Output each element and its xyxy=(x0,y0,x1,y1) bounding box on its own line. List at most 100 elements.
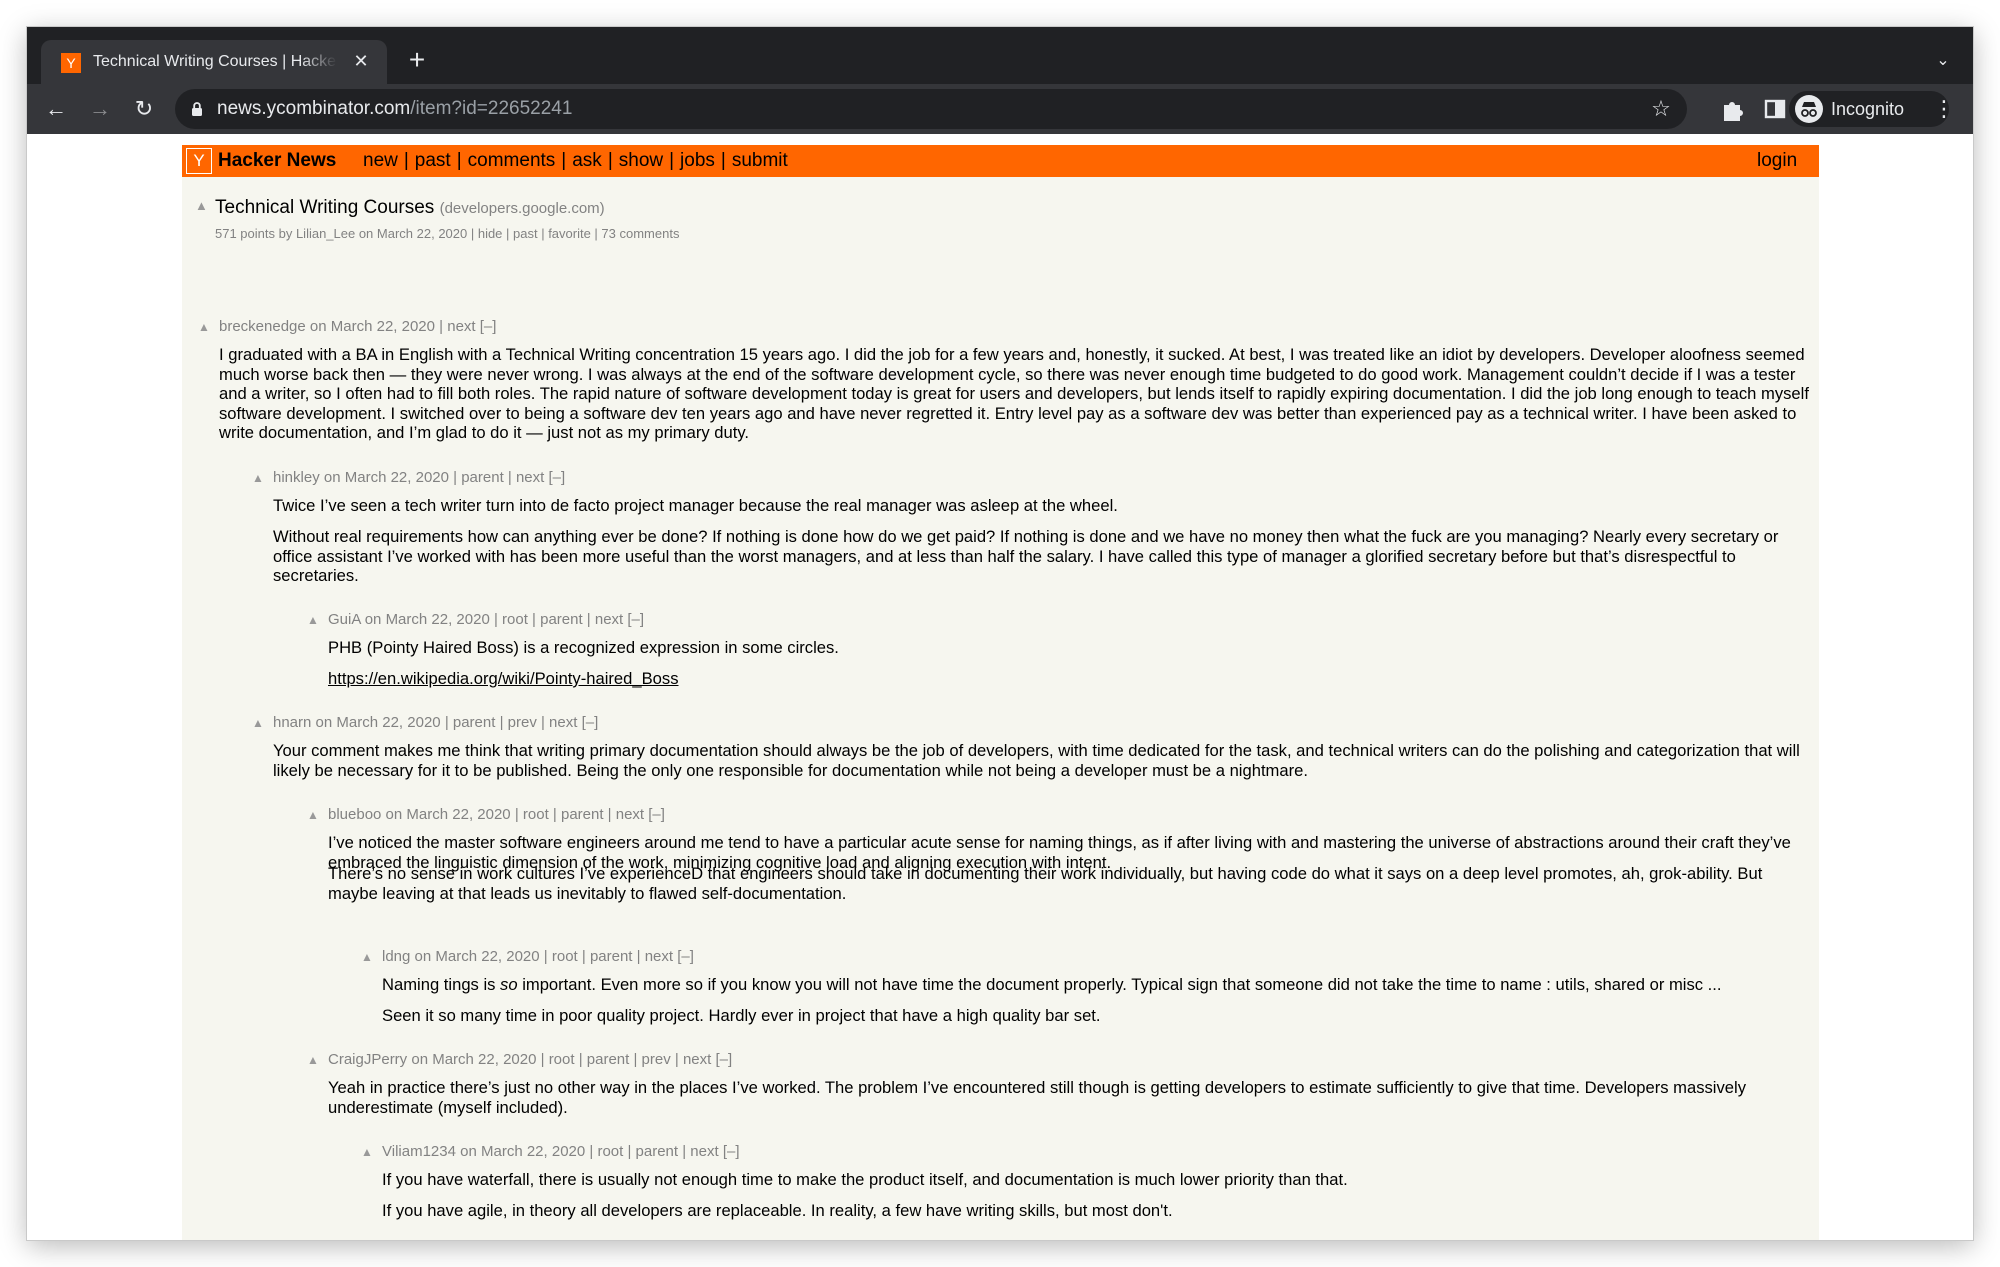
upvote-arrow-icon[interactable]: ▲ xyxy=(252,717,264,729)
comment-age[interactable]: March 22, 2020 xyxy=(345,469,449,486)
address-bar[interactable]: news.ycombinator.com/item?id=22652241 ☆ xyxy=(175,89,1687,129)
nav-jobs[interactable]: jobs xyxy=(680,150,715,171)
comment-text: Naming tings is so important. Even more … xyxy=(382,975,1811,995)
tab-close-icon[interactable]: ✕ xyxy=(349,49,373,73)
comment-links[interactable]: | parent | prev | next [–] xyxy=(445,714,598,731)
hn-header: Y Hacker News new | past | comments | ask | show… xyxy=(182,145,1819,177)
nav-new[interactable]: new xyxy=(363,150,398,171)
back-arrow-icon[interactable]: ← xyxy=(39,92,73,126)
nav-comments[interactable]: comments xyxy=(468,150,556,171)
comment-age[interactable]: March 22, 2020 xyxy=(432,1051,536,1068)
nav-separator: | xyxy=(607,150,613,171)
comment-age[interactable]: March 22, 2020 xyxy=(435,948,539,965)
comment-age[interactable]: March 22, 2020 xyxy=(481,1143,585,1160)
comment-text: Twice I’ve seen a tech writer turn into … xyxy=(273,496,1118,515)
upvote-arrow-icon[interactable]: ▲ xyxy=(307,614,319,626)
upvote-arrow-icon[interactable]: ▲ xyxy=(252,472,264,484)
comment-links[interactable]: | root | parent | next [–] xyxy=(544,948,694,965)
comment-head: GuiA on March 22, 2020 | root | parent |… xyxy=(328,611,645,628)
comment-head: breckenedge on March 22, 2020 | next [–] xyxy=(219,318,497,335)
lock-icon xyxy=(192,102,202,116)
comment-user[interactable]: breckenedge xyxy=(219,318,306,335)
extensions-puzzle-icon[interactable] xyxy=(1717,94,1747,124)
comment-head: CraigJPerry on March 22, 2020 | root | p… xyxy=(328,1051,733,1068)
active-tab[interactable]: Y Technical Writing Courses | Hacker New… xyxy=(41,40,387,84)
upvote-arrow-icon[interactable]: ▲ xyxy=(307,809,319,821)
wikipedia-link[interactable]: https://en.wikipedia.org/wiki/Pointy-hai… xyxy=(328,669,1811,689)
upvote-arrow-icon[interactable]: ▲ xyxy=(361,1146,373,1158)
story-site[interactable]: (developers.google.com) xyxy=(440,200,605,217)
comment-head: Viliam1234 on March 22, 2020 | root | pa… xyxy=(382,1143,740,1160)
page-viewport: Y Hacker News new | past | comments | ask | show… xyxy=(27,134,1973,1240)
nav-ask[interactable]: ask xyxy=(572,150,602,171)
reload-icon[interactable]: ↻ xyxy=(127,92,161,126)
comment-user[interactable]: hnarn xyxy=(273,714,311,731)
hn-logo[interactable]: Y xyxy=(186,148,212,174)
url-text: news.ycombinator.com/item?id=22652241 xyxy=(217,98,572,120)
comment-head: hinkley on March 22, 2020 | parent | nex… xyxy=(273,469,566,486)
comment-text: I graduated with a BA in English with a … xyxy=(219,345,1809,442)
upvote-arrow-icon[interactable]: ▲ xyxy=(361,951,373,963)
comment-age[interactable]: March 22, 2020 xyxy=(331,318,435,335)
comment-text: Your comment makes me think that writing… xyxy=(273,741,1800,780)
comment-links[interactable]: | parent | next [–] xyxy=(453,469,565,486)
comment-text: PHB (Pointy Haired Boss) is a recognized… xyxy=(328,638,839,657)
incognito-label: Incognito xyxy=(1831,99,1905,119)
url-path: /item?id=22652241 xyxy=(410,98,573,119)
comment-text: Yeah in practice there’s just no other w… xyxy=(328,1078,1746,1117)
comment-user[interactable]: blueboo xyxy=(328,806,381,823)
tab-strip: Y Technical Writing Courses | Hacker New… xyxy=(27,27,1973,84)
hn-nav: new | past | comments | ask | show | jobs | submit xyxy=(363,150,788,172)
comment-user[interactable]: hinkley xyxy=(273,469,320,486)
hn-site-name[interactable]: Hacker News xyxy=(218,150,336,172)
comment-age[interactable]: March 22, 2020 xyxy=(406,806,510,823)
incognito-profile-button[interactable]: Incognito xyxy=(1789,91,1949,127)
url-host: news.ycombinator.com xyxy=(217,98,411,119)
tab-search-chevron-icon[interactable]: ⌄ xyxy=(1929,47,1957,75)
comment-text: If you have agile, in theory all develop… xyxy=(382,1201,1173,1220)
upvote-arrow-icon[interactable]: ▲ xyxy=(307,1054,319,1066)
comment-user[interactable]: GuiA xyxy=(328,611,361,628)
browser-menu-kebab-icon[interactable]: ⋮ xyxy=(1929,94,1959,124)
comment-user[interactable]: Viliam1234 xyxy=(382,1143,456,1160)
comment-age[interactable]: March 22, 2020 xyxy=(386,611,490,628)
story-upvote-icon[interactable]: ▲ xyxy=(195,199,208,212)
browser-toolbar: ← → ↻ news.ycombinator.com/item?id=22652… xyxy=(27,84,1973,134)
comment-text: Seen it so many time in poor quality pro… xyxy=(382,1006,1101,1025)
comment-links[interactable]: | root | parent | next [–] xyxy=(494,611,644,628)
browser-window: Y Technical Writing Courses | Hacker New… xyxy=(27,27,1973,1240)
nav-submit[interactable]: submit xyxy=(732,150,788,171)
nav-show[interactable]: show xyxy=(619,150,663,171)
comment-links[interactable]: | next [–] xyxy=(439,318,496,335)
comment-head: hnarn on March 22, 2020 | parent | prev … xyxy=(273,714,599,731)
tab-title: Technical Writing Courses | Hacker News xyxy=(93,53,337,70)
comment-links[interactable]: | root | parent | next [–] xyxy=(515,806,665,823)
comment-text-emphasis: so xyxy=(500,975,518,994)
nav-past[interactable]: past xyxy=(415,150,451,171)
comment-text: There’s no sense in work cultures I’ve e… xyxy=(328,864,1763,903)
story-subtext: 571 points by Lilian_Lee on March 22, 20… xyxy=(215,226,680,241)
bookmark-star-icon[interactable]: ☆ xyxy=(1647,95,1675,123)
hn-page: Y Hacker News new | past | comments | ask | show… xyxy=(182,145,1819,1240)
nav-separator: | xyxy=(669,150,675,171)
comment-head: blueboo on March 22, 2020 | root | paren… xyxy=(328,806,665,823)
comment-age[interactable]: March 22, 2020 xyxy=(336,714,440,731)
hn-favicon-icon: Y xyxy=(61,53,81,73)
forward-arrow-icon[interactable]: → xyxy=(83,92,117,126)
comment-user[interactable]: ldng xyxy=(382,948,410,965)
comment-head: ldng on March 22, 2020 | root | parent |… xyxy=(382,948,694,965)
comment-text: If you have waterfall, there is usually … xyxy=(382,1170,1348,1189)
comment-links[interactable]: | root | parent | prev | next [–] xyxy=(541,1051,733,1068)
story-title-line: Technical Writing Courses (developers.go… xyxy=(215,196,605,221)
nav-separator: | xyxy=(720,150,726,171)
nav-separator: | xyxy=(403,150,409,171)
new-tab-icon[interactable]: + xyxy=(401,45,433,77)
comment-user[interactable]: CraigJPerry xyxy=(328,1051,407,1068)
comment-links[interactable]: | root | parent | next [–] xyxy=(589,1143,739,1160)
nav-separator: | xyxy=(561,150,567,171)
login-link[interactable]: login xyxy=(1757,150,1797,172)
comment-text-part: Naming tings is xyxy=(382,975,501,994)
upvote-arrow-icon[interactable]: ▲ xyxy=(198,321,210,333)
side-panel-icon[interactable] xyxy=(1760,94,1790,124)
story-title-link[interactable]: Technical Writing Courses xyxy=(215,197,434,218)
